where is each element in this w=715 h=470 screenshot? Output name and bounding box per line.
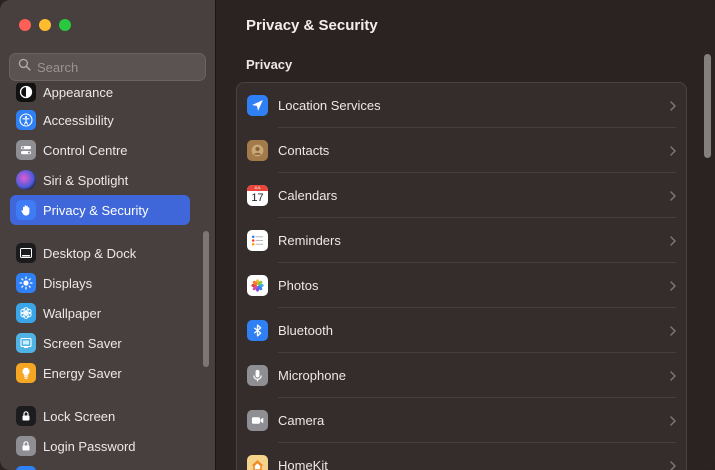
sidebar-item-label: Wallpaper xyxy=(43,305,102,321)
accessibility-icon xyxy=(16,110,36,130)
sidebar-list: Appearance Accessibility Control Centre … xyxy=(0,83,200,470)
chevron-right-icon xyxy=(670,370,676,381)
sidebar-item-displays[interactable]: Displays xyxy=(10,268,190,298)
users-icon xyxy=(16,466,36,470)
calendar-icon: JUL 17 xyxy=(247,185,268,206)
login-password-icon xyxy=(16,436,36,456)
chevron-right-icon xyxy=(670,460,676,470)
location-icon xyxy=(247,95,268,116)
sidebar-item-control-centre[interactable]: Control Centre xyxy=(10,135,190,165)
row-camera[interactable]: Camera xyxy=(237,398,686,443)
sidebar-item-desktop-dock[interactable]: Desktop & Dock xyxy=(10,238,190,268)
appearance-icon xyxy=(16,83,36,102)
homekit-icon xyxy=(247,455,268,470)
energy-saver-icon xyxy=(16,363,36,383)
sidebar-item-lock-screen[interactable]: Lock Screen xyxy=(10,401,190,431)
lock-screen-icon xyxy=(16,406,36,426)
chevron-right-icon xyxy=(670,190,676,201)
reminders-icon xyxy=(247,230,268,251)
main-header: Privacy & Security xyxy=(216,0,715,50)
row-label: Reminders xyxy=(278,233,341,248)
row-label: Microphone xyxy=(278,368,346,383)
sidebar-item-label: Energy Saver xyxy=(43,365,122,381)
displays-icon xyxy=(16,273,36,293)
chevron-right-icon xyxy=(670,280,676,291)
calendar-day: 17 xyxy=(251,192,264,204)
sidebar-item-label: Siri & Spotlight xyxy=(43,172,129,188)
chevron-right-icon xyxy=(670,325,676,336)
bluetooth-icon xyxy=(247,320,268,341)
chevron-right-icon xyxy=(670,235,676,246)
sidebar-item-wallpaper[interactable]: Wallpaper xyxy=(10,298,190,328)
siri-icon xyxy=(16,170,36,190)
zoom-button[interactable] xyxy=(59,19,71,31)
sidebar-item-label: Displays xyxy=(43,275,93,291)
row-label: Calendars xyxy=(278,188,338,203)
screen-saver-icon xyxy=(16,333,36,353)
sidebar-item-privacy-security[interactable]: Privacy & Security xyxy=(10,195,190,225)
row-label: HomeKit xyxy=(278,458,328,470)
row-label: Photos xyxy=(278,278,319,293)
row-location-services[interactable]: Location Services xyxy=(237,83,686,128)
sidebar-item-label: Login Password xyxy=(43,438,136,454)
sidebar-item-appearance[interactable]: Appearance xyxy=(10,83,190,107)
sidebar-item-screen-saver[interactable]: Screen Saver xyxy=(10,328,190,358)
chevron-right-icon xyxy=(670,145,676,156)
sidebar-item-accessibility[interactable]: Accessibility xyxy=(10,105,190,135)
sidebar-item-label: Desktop & Dock xyxy=(43,245,137,261)
search-icon xyxy=(18,58,31,76)
sidebar-scrollbar[interactable] xyxy=(203,231,209,367)
microphone-icon xyxy=(247,365,268,386)
dock-icon xyxy=(16,243,36,263)
row-label: Contacts xyxy=(278,143,330,158)
search-input[interactable] xyxy=(37,59,197,75)
row-calendars[interactable]: JUL 17 Calendars xyxy=(237,173,686,218)
main-pane: Privacy & Security Privacy Location Serv… xyxy=(216,0,715,470)
section-title: Privacy xyxy=(246,57,293,72)
search-field[interactable] xyxy=(9,53,206,81)
sidebar: Appearance Accessibility Control Centre … xyxy=(0,0,216,470)
chevron-right-icon xyxy=(670,100,676,111)
hand-icon xyxy=(16,200,36,220)
chevron-right-icon xyxy=(670,415,676,426)
privacy-list: Location Services Contacts JUL 17 Calend… xyxy=(236,82,687,470)
sidebar-item-login-password[interactable]: Login Password xyxy=(10,431,190,461)
traffic-lights xyxy=(19,19,71,31)
sidebar-item-label: Screen Saver xyxy=(43,335,122,351)
row-label: Camera xyxy=(278,413,325,428)
close-button[interactable] xyxy=(19,19,31,31)
sidebar-item-label: Appearance xyxy=(43,84,114,100)
row-contacts[interactable]: Contacts xyxy=(237,128,686,173)
sidebar-item-energy-saver[interactable]: Energy Saver xyxy=(10,358,190,388)
minimize-button[interactable] xyxy=(39,19,51,31)
row-homekit[interactable]: HomeKit xyxy=(237,443,686,470)
row-reminders[interactable]: Reminders xyxy=(237,218,686,263)
wallpaper-icon xyxy=(16,303,36,323)
sidebar-item-label: Privacy & Security xyxy=(43,202,149,218)
sidebar-item-siri-spotlight[interactable]: Siri & Spotlight xyxy=(10,165,190,195)
sidebar-item-next[interactable] xyxy=(10,461,190,470)
sidebar-item-label: Lock Screen xyxy=(43,408,116,424)
row-photos[interactable]: Photos xyxy=(237,263,686,308)
page-title: Privacy & Security xyxy=(246,17,378,34)
control-centre-icon xyxy=(16,140,36,160)
sidebar-item-label: Control Centre xyxy=(43,142,128,158)
row-bluetooth[interactable]: Bluetooth xyxy=(237,308,686,353)
row-microphone[interactable]: Microphone xyxy=(237,353,686,398)
camera-icon xyxy=(247,410,268,431)
row-label: Location Services xyxy=(278,98,381,113)
photos-icon xyxy=(247,275,268,296)
contacts-icon xyxy=(247,140,268,161)
sidebar-item-label: Accessibility xyxy=(43,112,114,128)
system-settings-window: Appearance Accessibility Control Centre … xyxy=(0,0,715,470)
row-label: Bluetooth xyxy=(278,323,333,338)
main-scrollbar[interactable] xyxy=(704,54,711,158)
